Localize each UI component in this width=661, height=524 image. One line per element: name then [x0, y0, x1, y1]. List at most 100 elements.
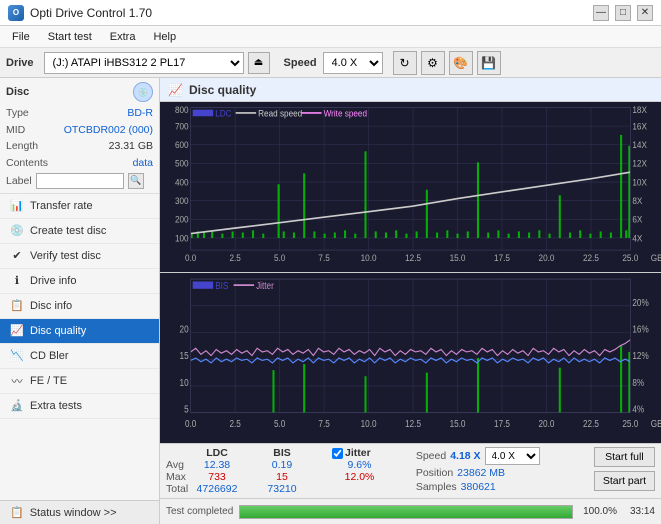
disc-info-icon: 📋 — [10, 299, 24, 313]
save-button[interactable]: 💾 — [477, 51, 501, 75]
svg-text:Jitter: Jitter — [256, 280, 274, 291]
svg-text:200: 200 — [175, 214, 189, 224]
right-panel: 📈 Disc quality — [160, 78, 661, 524]
maximize-button[interactable]: □ — [615, 5, 631, 21]
disc-length-value: 23.31 GB — [109, 139, 153, 154]
svg-text:GB: GB — [651, 253, 661, 263]
chart-2-svg: 5 10 15 20 4% 8% 12% 16% 20% 0.0 2.5 — [160, 273, 661, 443]
progress-area: Test completed 100.0% 33:14 — [160, 498, 661, 524]
status-window-button[interactable]: 📋 Status window >> — [0, 500, 159, 524]
svg-text:15: 15 — [180, 351, 189, 362]
disc-label-input[interactable] — [36, 173, 124, 189]
max-jitter: 12.0% — [332, 471, 387, 483]
avg-jitter: 9.6% — [332, 459, 387, 471]
svg-text:6X: 6X — [632, 214, 642, 224]
svg-text:12.5: 12.5 — [405, 253, 421, 263]
left-panel: Disc 💿 Type BD-R MID OTCBDR002 (000) Len… — [0, 78, 160, 524]
svg-text:8X: 8X — [632, 196, 642, 206]
svg-text:22.5: 22.5 — [583, 419, 599, 430]
sidebar-item-fe-te-label: FE / TE — [30, 375, 67, 387]
speed-select-stats[interactable]: 4.0 X — [485, 447, 540, 465]
sidebar-item-create-test-disc[interactable]: 💿 Create test disc — [0, 219, 159, 244]
svg-text:800: 800 — [175, 105, 189, 115]
samples-value: 380621 — [461, 481, 496, 493]
disc-quality-header-icon: 📈 — [168, 83, 183, 97]
svg-text:15.0: 15.0 — [450, 419, 466, 430]
speed-label: Speed — [284, 57, 317, 69]
svg-text:600: 600 — [175, 140, 189, 150]
theme-button[interactable]: 🎨 — [449, 51, 473, 75]
stats-avg-row: Avg 12.38 0.19 9.6% — [166, 459, 408, 471]
fe-te-icon: 〰 — [10, 374, 24, 388]
close-button[interactable]: ✕ — [637, 5, 653, 21]
svg-text:4X: 4X — [632, 233, 642, 243]
drive-select[interactable]: (J:) ATAPI iHBS312 2 PL17 — [44, 52, 244, 74]
svg-text:20.0: 20.0 — [539, 419, 555, 430]
sidebar-item-fe-te[interactable]: 〰 FE / TE — [0, 369, 159, 394]
svg-text:700: 700 — [175, 121, 189, 131]
disc-contents-label: Contents — [6, 156, 48, 171]
refresh-button[interactable]: ↻ — [393, 51, 417, 75]
disc-mid-value: OTCBDR002 (000) — [64, 123, 153, 138]
svg-text:400: 400 — [175, 177, 189, 187]
menu-start-test[interactable]: Start test — [40, 29, 100, 45]
chart-1-svg: 100 200 300 400 500 600 700 800 4X 6X 8X… — [160, 102, 661, 272]
svg-text:12X: 12X — [632, 158, 647, 168]
svg-text:5.0: 5.0 — [274, 253, 286, 263]
start-part-button[interactable]: Start part — [594, 471, 655, 491]
sidebar-item-disc-quality-label: Disc quality — [30, 325, 86, 337]
sidebar-item-transfer-rate[interactable]: 📊 Transfer rate — [0, 194, 159, 219]
disc-contents-value: data — [133, 156, 153, 171]
sidebar-item-cd-bler-label: CD Bler — [30, 350, 69, 362]
sidebar-item-verify-test-disc[interactable]: ✔ Verify test disc — [0, 244, 159, 269]
sidebar-item-create-test-disc-label: Create test disc — [30, 225, 106, 237]
svg-text:17.5: 17.5 — [494, 419, 510, 430]
sidebar-item-disc-info[interactable]: 📋 Disc info — [0, 294, 159, 319]
sidebar-item-transfer-rate-label: Transfer rate — [30, 200, 93, 212]
drive-info-icon: ℹ — [10, 274, 24, 288]
speed-row: Speed 4.18 X 4.0 X — [416, 447, 586, 465]
total-ldc: 4726692 — [182, 483, 252, 495]
svg-text:16%: 16% — [632, 324, 648, 335]
speed-select[interactable]: 4.0 X — [323, 52, 383, 74]
start-full-button[interactable]: Start full — [594, 447, 655, 467]
drive-bar: Drive (J:) ATAPI iHBS312 2 PL17 ⏏ Speed … — [0, 48, 661, 78]
title-bar-controls: — □ ✕ — [593, 5, 653, 21]
extra-tests-icon: 🔬 — [10, 399, 24, 413]
stats-total-row: Total 4726692 73210 — [166, 483, 408, 495]
sidebar-item-verify-test-disc-label: Verify test disc — [30, 250, 101, 262]
svg-text:10X: 10X — [632, 177, 647, 187]
disc-type-row: Type BD-R — [6, 106, 153, 121]
disc-length-row: Length 23.31 GB — [6, 139, 153, 154]
jitter-checkbox[interactable] — [332, 448, 343, 459]
disc-section: Disc 💿 Type BD-R MID OTCBDR002 (000) Len… — [0, 78, 159, 194]
drive-label: Drive — [6, 57, 34, 69]
svg-text:7.5: 7.5 — [318, 419, 329, 430]
app-icon: O — [8, 5, 24, 21]
settings-button[interactable]: ⚙ — [421, 51, 445, 75]
sidebar-item-drive-info[interactable]: ℹ Drive info — [0, 269, 159, 294]
menu-file[interactable]: File — [4, 29, 38, 45]
max-bis: 15 — [252, 471, 312, 483]
disc-mid-label: MID — [6, 123, 25, 138]
menu-extra[interactable]: Extra — [102, 29, 144, 45]
svg-text:GB: GB — [651, 419, 661, 430]
sidebar-item-cd-bler[interactable]: 📉 CD Bler — [0, 344, 159, 369]
drive-eject-button[interactable]: ⏏ — [248, 52, 270, 74]
minimize-button[interactable]: — — [593, 5, 609, 21]
svg-text:2.5: 2.5 — [229, 419, 240, 430]
sidebar-item-disc-quality[interactable]: 📈 Disc quality — [0, 319, 159, 344]
stats-right: Speed 4.18 X 4.0 X Position 23862 MB Sam… — [416, 447, 586, 493]
menu-bar: File Start test Extra Help — [0, 26, 661, 48]
disc-label-row: Label 🔍 — [6, 173, 153, 189]
svg-text:5: 5 — [184, 404, 189, 415]
progress-bar-fill — [240, 506, 572, 518]
disc-mid-row: MID OTCBDR002 (000) — [6, 123, 153, 138]
sidebar-item-disc-info-label: Disc info — [30, 300, 72, 312]
svg-text:Write speed: Write speed — [324, 108, 368, 118]
sidebar-item-extra-tests[interactable]: 🔬 Extra tests — [0, 394, 159, 419]
col-ldc-header: LDC — [182, 447, 252, 459]
menu-help[interactable]: Help — [145, 29, 184, 45]
disc-label-button[interactable]: 🔍 — [128, 173, 144, 189]
sidebar-item-drive-info-label: Drive info — [30, 275, 76, 287]
